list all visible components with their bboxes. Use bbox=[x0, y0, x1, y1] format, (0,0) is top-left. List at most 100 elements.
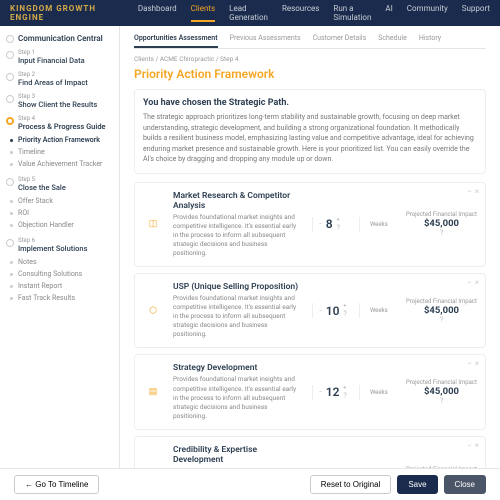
card-icon: ◫ bbox=[143, 214, 163, 234]
nav-dashboard[interactable]: Dashboard bbox=[138, 4, 177, 22]
close-icon[interactable]: × bbox=[475, 359, 479, 368]
step-label: Step 3 bbox=[18, 93, 97, 100]
tab-customer-details[interactable]: Customer Details bbox=[313, 34, 367, 48]
impact-label: Projected Financial Impact bbox=[406, 379, 477, 386]
sidebar-subitem[interactable]: Timeline bbox=[18, 146, 113, 158]
step-label: Step 6 bbox=[18, 237, 87, 244]
card-icon: ▤ bbox=[143, 382, 163, 402]
sidebar-step[interactable]: Find Areas of Impact bbox=[18, 78, 88, 87]
card-desc: Provides foundational market insights an… bbox=[173, 294, 302, 339]
nav-support[interactable]: Support bbox=[462, 4, 490, 22]
weeks-value: 8 bbox=[326, 217, 333, 231]
footer-bar: ← Go To Timeline Reset to Original Save … bbox=[0, 468, 500, 500]
sidebar-title: Communication Central bbox=[6, 34, 113, 43]
reset-button[interactable]: Reset to Original bbox=[310, 475, 392, 494]
weeks-stepper[interactable]: − 12 +? bbox=[312, 385, 360, 400]
card-title: USP (Unique Selling Proposition) bbox=[173, 282, 302, 292]
logo: KINGDOM GROWTH ENGINE bbox=[10, 4, 118, 22]
minus-icon[interactable]: − bbox=[319, 308, 322, 314]
step-dot bbox=[6, 239, 14, 247]
weeks-stepper[interactable]: − 8 +? bbox=[312, 217, 360, 232]
weeks-unit: Weeks bbox=[370, 307, 388, 314]
action-card[interactable]: −× ◫ Market Research & Competitor Analys… bbox=[134, 182, 486, 267]
sidebar-step[interactable]: Input Financial Data bbox=[18, 56, 85, 65]
close-button[interactable]: Close bbox=[444, 475, 486, 494]
main-content: Opportunities Assessment Previous Assessm… bbox=[120, 26, 500, 500]
impact-label: Projected Financial Impact bbox=[406, 298, 477, 305]
help-icon[interactable]: ? bbox=[344, 310, 347, 318]
plus-icon[interactable]: + bbox=[337, 217, 340, 223]
step-label: Step 5 bbox=[18, 176, 66, 183]
tab-schedule[interactable]: Schedule bbox=[378, 34, 407, 48]
sidebar-subitem[interactable]: Fast Track Results bbox=[18, 292, 113, 304]
minimize-icon[interactable]: − bbox=[467, 278, 472, 287]
action-card[interactable]: −× ▤ Strategy Development Provides found… bbox=[134, 354, 486, 429]
step-dot bbox=[6, 178, 14, 186]
minus-icon[interactable]: − bbox=[319, 221, 322, 227]
breadcrumb: Clients / ACME Chiropractic / Step 4 bbox=[134, 55, 486, 63]
step-dot bbox=[6, 95, 14, 103]
impact-value: $45,000 bbox=[406, 386, 477, 397]
minimize-icon[interactable]: − bbox=[467, 441, 472, 450]
page-title: Priority Action Framework bbox=[134, 67, 486, 81]
step-dot bbox=[6, 73, 14, 81]
impact-label: Projected Financial Impact bbox=[406, 211, 477, 218]
sidebar-subitem[interactable]: Offer Stack bbox=[18, 195, 113, 207]
help-icon[interactable]: ? bbox=[406, 316, 477, 324]
intro-heading: You have chosen the Strategic Path. bbox=[143, 98, 477, 108]
help-icon[interactable]: ? bbox=[337, 224, 340, 232]
sidebar-step[interactable]: Close the Sale bbox=[18, 183, 66, 192]
minus-icon[interactable]: − bbox=[319, 389, 322, 395]
card-title: Strategy Development bbox=[173, 363, 302, 373]
tabs: Opportunities Assessment Previous Assessm… bbox=[134, 34, 486, 49]
help-icon[interactable]: ? bbox=[344, 392, 347, 400]
intro-box: You have chosen the Strategic Path. The … bbox=[134, 89, 486, 174]
close-icon[interactable]: × bbox=[475, 441, 479, 450]
nav-lead-generation[interactable]: Lead Generation bbox=[229, 4, 268, 22]
sidebar-subitem[interactable]: Instant Report bbox=[18, 280, 113, 292]
sidebar-subitem[interactable]: Notes bbox=[18, 256, 113, 268]
card-desc: Provides foundational market insights an… bbox=[173, 213, 302, 258]
sidebar-subitem[interactable]: Value Achievement Tracker bbox=[18, 158, 113, 170]
nav-community[interactable]: Community bbox=[407, 4, 448, 22]
impact-value: $45,000 bbox=[406, 218, 477, 229]
nav-run-a-simulation[interactable]: Run a Simulation bbox=[333, 4, 371, 22]
minimize-icon[interactable]: − bbox=[467, 359, 472, 368]
tab-opportunities-assessment[interactable]: Opportunities Assessment bbox=[134, 34, 218, 48]
save-button[interactable]: Save bbox=[397, 475, 437, 494]
step-label: Step 1 bbox=[18, 49, 85, 56]
sidebar-subitem[interactable]: Priority Action Framework bbox=[18, 134, 113, 146]
tab-history[interactable]: History bbox=[419, 34, 441, 48]
minimize-icon[interactable]: − bbox=[467, 187, 472, 196]
sidebar-subitem[interactable]: Consulting Solutions bbox=[18, 268, 113, 280]
nav-clients[interactable]: Clients bbox=[191, 4, 216, 22]
weeks-value: 10 bbox=[326, 304, 340, 318]
close-icon[interactable]: × bbox=[475, 278, 479, 287]
tab-previous-assessments[interactable]: Previous Assessments bbox=[230, 34, 301, 48]
weeks-unit: Weeks bbox=[370, 389, 388, 396]
card-icon: ⬡ bbox=[143, 301, 163, 321]
help-icon[interactable]: ? bbox=[406, 229, 477, 237]
nav-resources[interactable]: Resources bbox=[282, 4, 319, 22]
plus-icon[interactable]: + bbox=[344, 303, 347, 309]
help-icon[interactable]: ? bbox=[406, 397, 477, 405]
weeks-unit: Weeks bbox=[370, 221, 388, 228]
nav-ai[interactable]: AI bbox=[385, 4, 392, 22]
weeks-stepper[interactable]: − 10 +? bbox=[312, 303, 360, 318]
card-desc: Provides foundational market insights an… bbox=[173, 375, 302, 420]
sidebar-step[interactable]: Process & Progress Guide bbox=[18, 122, 106, 131]
impact-value: $45,000 bbox=[406, 305, 477, 316]
sidebar-step[interactable]: Implement Solutions bbox=[18, 244, 87, 253]
card-title: Credibility & Expertise Development bbox=[173, 445, 302, 465]
plus-icon[interactable]: + bbox=[344, 385, 347, 391]
step-dot bbox=[6, 51, 14, 59]
sidebar: Communication Central Step 1Input Financ… bbox=[0, 26, 120, 500]
card-title: Market Research & Competitor Analysis bbox=[173, 191, 302, 211]
sidebar-subitem[interactable]: ROI bbox=[18, 207, 113, 219]
close-icon[interactable]: × bbox=[475, 187, 479, 196]
sidebar-step[interactable]: Show Client the Results bbox=[18, 100, 97, 109]
sidebar-subitem[interactable]: Objection Handler bbox=[18, 219, 113, 231]
step-label: Step 4 bbox=[18, 115, 106, 122]
go-to-timeline-button[interactable]: ← Go To Timeline bbox=[14, 475, 99, 494]
action-card[interactable]: −× ⬡ USP (Unique Selling Proposition) Pr… bbox=[134, 273, 486, 348]
